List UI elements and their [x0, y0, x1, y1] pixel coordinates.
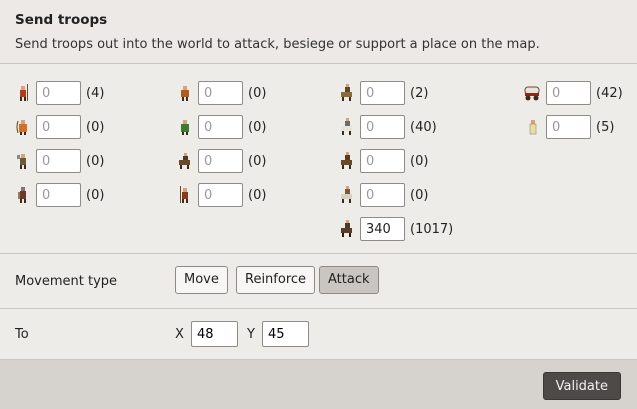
dialog-footer: Validate: [0, 360, 637, 409]
y-label: Y: [247, 327, 255, 342]
unit-row-crossbowman: (0): [178, 114, 266, 140]
unit-row-scout: (0): [178, 148, 266, 174]
y-coordinate-input[interactable]: [262, 321, 309, 347]
unit-input-cavalry[interactable]: [360, 217, 405, 241]
unit-count-paladin: (0): [410, 187, 429, 203]
unit-row-paladin: (0): [340, 182, 428, 208]
wagon-icon: [524, 84, 540, 102]
unit-row-axeman: (0): [16, 148, 104, 174]
unit-row-horse-archer: (0): [340, 148, 428, 174]
unit-input-horse-archer[interactable]: [360, 149, 405, 173]
unit-input-scout[interactable]: [198, 149, 243, 173]
unit-row-cavalry: (1017): [340, 216, 453, 242]
scout-icon: [178, 152, 192, 170]
unit-row-spearman: (4): [16, 80, 104, 106]
validate-button[interactable]: Validate: [542, 372, 621, 400]
unit-row-wagon: (42): [524, 80, 623, 106]
unit-row-archer: (0): [16, 114, 104, 140]
unit-input-wagon[interactable]: [546, 81, 591, 105]
unit-input-knight[interactable]: [360, 81, 405, 105]
move-button[interactable]: Move: [175, 266, 228, 294]
unit-input-halberdier[interactable]: [198, 183, 243, 207]
unit-input-lancer[interactable]: [360, 115, 405, 139]
unit-count-scout: (0): [248, 153, 267, 169]
unit-input-axeman[interactable]: [36, 149, 81, 173]
nobleman-icon: [526, 118, 540, 136]
unit-count-halberdier: (0): [248, 187, 267, 203]
movement-type-label: Movement type: [15, 274, 118, 289]
crossbowman-icon: [178, 118, 192, 136]
halberdier-icon: [178, 186, 192, 204]
x-label: X: [175, 327, 184, 342]
unit-row-lancer: (40): [340, 114, 437, 140]
unit-count-knight: (2): [410, 85, 429, 101]
reinforce-button[interactable]: Reinforce: [236, 266, 316, 294]
lancer-icon: [340, 118, 354, 136]
unit-input-paladin[interactable]: [360, 183, 405, 207]
unit-input-spearman[interactable]: [36, 81, 81, 105]
unit-input-crossbowman[interactable]: [198, 115, 243, 139]
unit-row-slinger: (0): [178, 80, 266, 106]
swordsman-icon: [16, 186, 30, 204]
to-label: To: [15, 327, 29, 342]
unit-input-swordsman[interactable]: [36, 183, 81, 207]
unit-count-axeman: (0): [86, 153, 105, 169]
archer-icon: [16, 118, 30, 136]
unit-count-wagon: (42): [596, 85, 623, 101]
slinger-icon: [178, 84, 192, 102]
unit-row-nobleman: (5): [526, 114, 614, 140]
dialog-title: Send troops: [15, 12, 108, 28]
unit-input-archer[interactable]: [36, 115, 81, 139]
unit-input-slinger[interactable]: [198, 81, 243, 105]
unit-input-nobleman[interactable]: [546, 115, 591, 139]
unit-row-knight: (2): [340, 80, 428, 106]
cavalry-icon: [340, 220, 354, 238]
horse-archer-icon: [340, 152, 354, 170]
unit-count-archer: (0): [86, 119, 105, 135]
dialog-header: Send troops Send troops out into the wor…: [0, 0, 637, 64]
unit-count-crossbowman: (0): [248, 119, 267, 135]
knight-icon: [340, 84, 354, 102]
unit-count-swordsman: (0): [86, 187, 105, 203]
x-coordinate-input[interactable]: [191, 321, 238, 347]
unit-count-horse-archer: (0): [410, 153, 429, 169]
unit-count-slinger: (0): [248, 85, 267, 101]
attack-button[interactable]: Attack: [319, 266, 379, 294]
spearman-icon: [16, 84, 30, 102]
destination-section: To X Y: [0, 309, 637, 360]
movement-type-section: Movement type Move Reinforce Attack: [0, 254, 637, 309]
troop-grid: (4) (0) (0) (0) (0) (0): [0, 64, 637, 254]
axeman-icon: [16, 152, 30, 170]
unit-count-nobleman: (5): [596, 119, 615, 135]
unit-count-spearman: (4): [86, 85, 105, 101]
unit-count-lancer: (40): [410, 119, 437, 135]
paladin-icon: [340, 186, 354, 204]
unit-count-cavalry: (1017): [410, 221, 454, 237]
dialog-subtitle: Send troops out into the world to attack…: [15, 37, 540, 52]
unit-row-swordsman: (0): [16, 182, 104, 208]
unit-row-halberdier: (0): [178, 182, 266, 208]
